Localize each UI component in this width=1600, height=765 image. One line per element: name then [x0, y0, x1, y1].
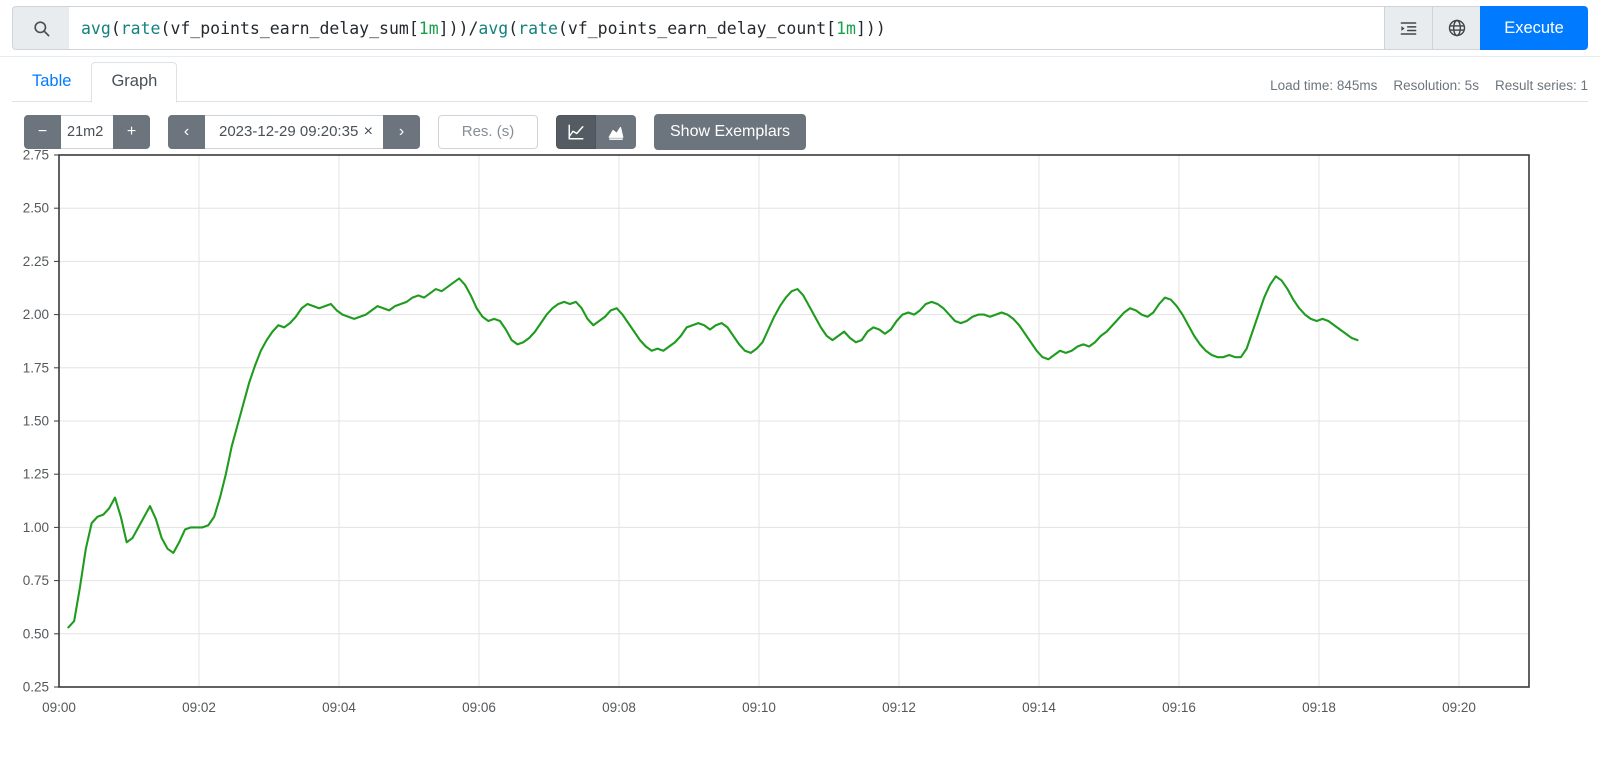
- stat-result-series: Result series: 1: [1495, 78, 1588, 93]
- svg-text:09:10: 09:10: [742, 700, 776, 715]
- svg-text:1.50: 1.50: [23, 414, 49, 429]
- svg-text:2.25: 2.25: [23, 254, 49, 269]
- resolution-input[interactable]: Res. (s): [438, 115, 538, 149]
- query-bar: avg(rate(vf_points_earn_delay_sum[1m]))/…: [0, 0, 1600, 57]
- end-time-input[interactable]: 2023-12-29 09:20:35 ×: [205, 115, 383, 149]
- stat-load-time: Load time: 845ms: [1270, 78, 1377, 93]
- query-stats: Load time: 845ms Resolution: 5s Result s…: [1270, 78, 1588, 93]
- svg-text:0.75: 0.75: [23, 573, 49, 588]
- time-previous-button[interactable]: ‹: [168, 115, 205, 149]
- svg-text:0.25: 0.25: [23, 680, 49, 695]
- result-tabs: Table Graph Load time: 845ms Resolution:…: [0, 57, 1600, 102]
- end-time-value: 2023-12-29 09:20:35: [219, 123, 358, 140]
- svg-text:1.75: 1.75: [23, 360, 49, 375]
- svg-text:2.00: 2.00: [23, 307, 49, 322]
- range-stepper: − 21m2 +: [24, 115, 150, 149]
- query-expression-text: avg(rate(vf_points_earn_delay_sum[1m]))/…: [81, 19, 886, 38]
- time-next-button[interactable]: ›: [383, 115, 420, 149]
- range-decrease-button[interactable]: −: [24, 115, 61, 149]
- graph-controls: − 21m2 + ‹ 2023-12-29 09:20:35 × › Res. …: [0, 102, 1600, 147]
- search-icon: [12, 6, 69, 50]
- svg-text:09:18: 09:18: [1302, 700, 1336, 715]
- svg-text:2.50: 2.50: [23, 201, 49, 216]
- svg-text:1.00: 1.00: [23, 520, 49, 535]
- time-navigator: ‹ 2023-12-29 09:20:35 × ›: [168, 115, 420, 149]
- svg-text:0.50: 0.50: [23, 626, 49, 641]
- svg-text:09:08: 09:08: [602, 700, 636, 715]
- time-series-chart[interactable]: 0.25 0.50 0.75 1.00 1.25 1.50 1.75 2.00 2.25 2.50…: [0, 147, 1600, 737]
- svg-text:09:12: 09:12: [882, 700, 916, 715]
- show-exemplars-button[interactable]: Show Exemplars: [654, 114, 806, 150]
- execute-button[interactable]: Execute: [1480, 6, 1588, 50]
- svg-text:09:00: 09:00: [42, 700, 76, 715]
- prometheus-expression-browser: avg(rate(vf_points_earn_delay_sum[1m]))/…: [0, 0, 1600, 765]
- graph-panel: 0.25 0.50 0.75 1.00 1.25 1.50 1.75 2.00 2.25 2.50…: [0, 147, 1600, 737]
- tab-table[interactable]: Table: [12, 62, 91, 103]
- query-expression-input[interactable]: avg(rate(vf_points_earn_delay_sum[1m]))/…: [69, 6, 1384, 50]
- svg-text:09:02: 09:02: [182, 700, 216, 715]
- format-expression-icon[interactable]: [1384, 6, 1432, 50]
- line-chart-icon[interactable]: [556, 115, 596, 149]
- svg-text:09:06: 09:06: [462, 700, 496, 715]
- stat-resolution: Resolution: 5s: [1393, 78, 1479, 93]
- area-chart-icon[interactable]: [596, 115, 636, 149]
- svg-text:09:16: 09:16: [1162, 700, 1196, 715]
- svg-text:09:14: 09:14: [1022, 700, 1056, 715]
- tab-graph[interactable]: Graph: [91, 62, 177, 103]
- svg-text:09:20: 09:20: [1442, 700, 1476, 715]
- svg-text:1.25: 1.25: [23, 467, 49, 482]
- clear-time-icon[interactable]: ×: [364, 124, 373, 140]
- range-input[interactable]: 21m2: [61, 115, 113, 149]
- svg-text:09:04: 09:04: [322, 700, 356, 715]
- svg-text:2.75: 2.75: [23, 148, 49, 163]
- chart-type-toggle: [556, 115, 636, 149]
- range-increase-button[interactable]: +: [113, 115, 150, 149]
- globe-icon[interactable]: [1432, 6, 1480, 50]
